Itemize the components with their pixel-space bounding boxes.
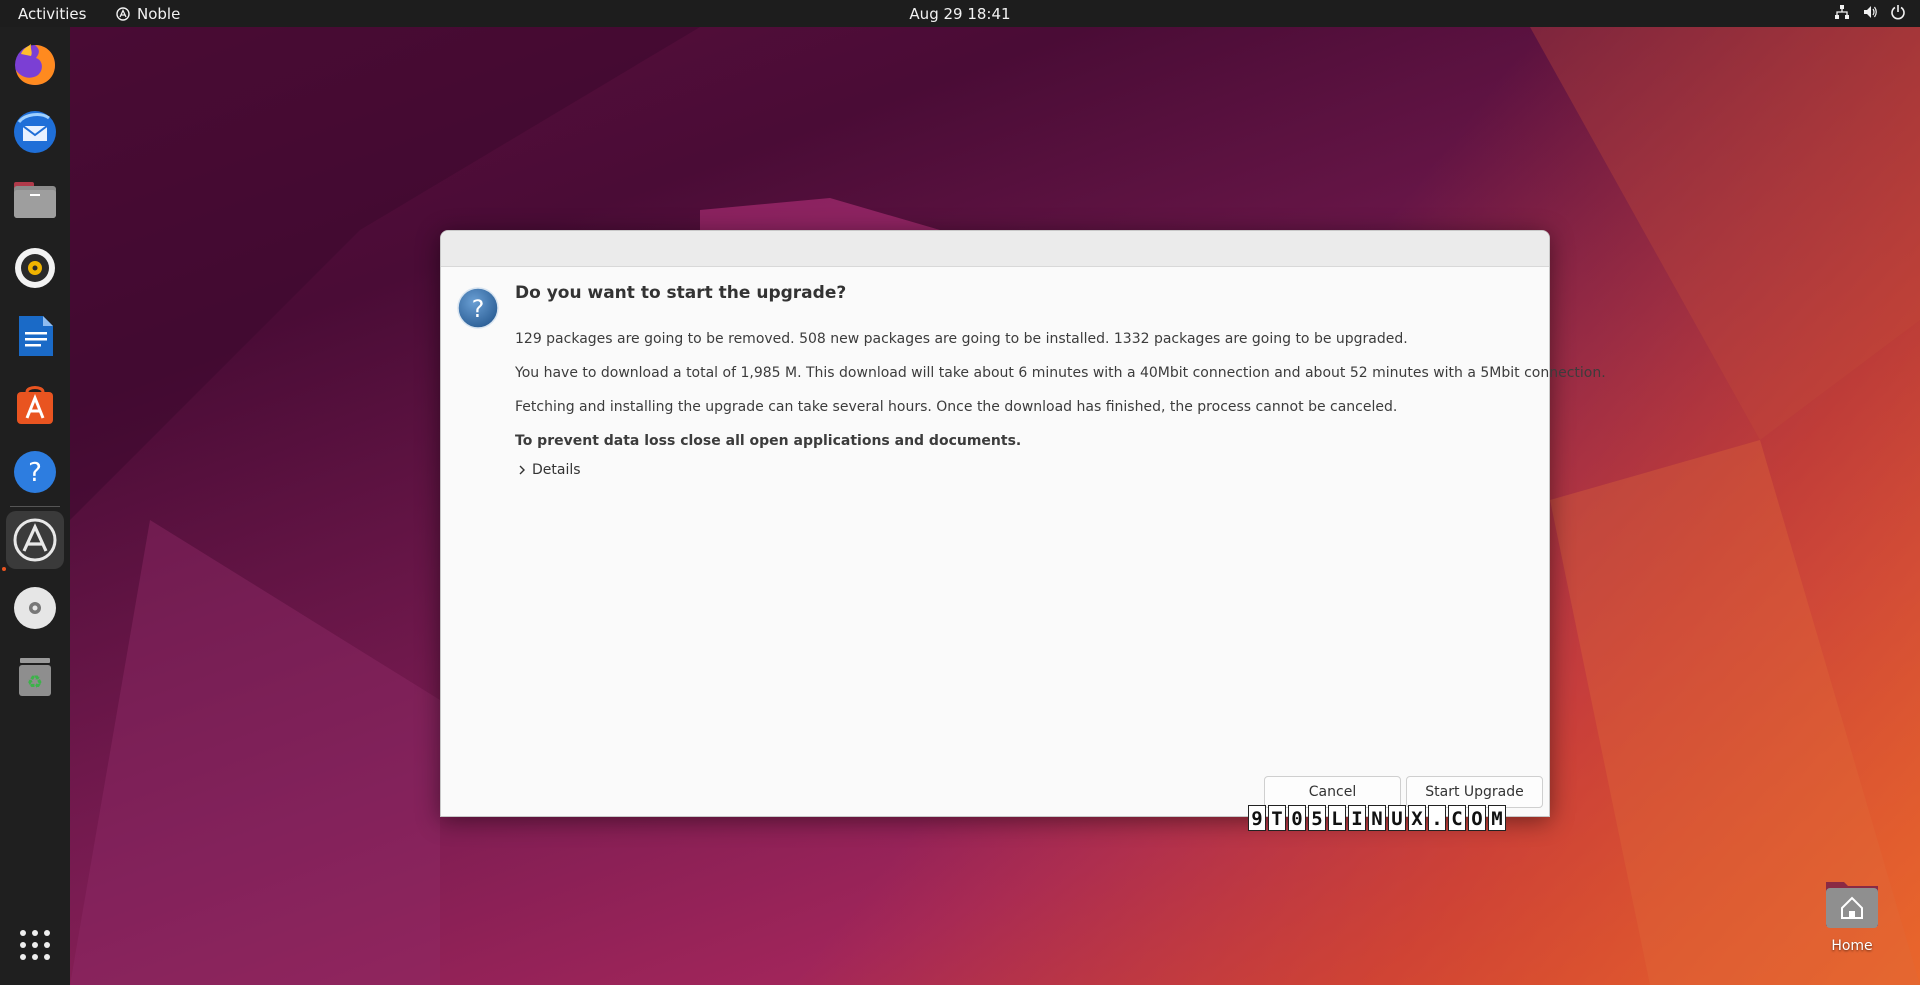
- help-icon: ?: [14, 451, 56, 493]
- trash-icon: ♻: [19, 658, 51, 696]
- question-icon: ?: [457, 287, 499, 329]
- watermark-char: X: [1408, 805, 1426, 831]
- watermark-char: 9: [1248, 805, 1266, 831]
- home-folder-icon[interactable]: [1824, 876, 1880, 930]
- dialog-heading: Do you want to start the upgrade?: [515, 283, 847, 303]
- svg-text:?: ?: [28, 458, 42, 488]
- files-icon: [14, 182, 56, 218]
- upgrade-dialog: ? Do you want to start the upgrade? 129 …: [440, 230, 1606, 817]
- running-indicator: [2, 567, 6, 571]
- chevron-right-icon: [519, 465, 525, 475]
- network-icon: [1835, 5, 1849, 19]
- watermark-char: T: [1268, 805, 1286, 831]
- dock-disc[interactable]: [6, 579, 64, 637]
- disc-icon: [14, 587, 56, 629]
- dock-thunderbird[interactable]: [6, 103, 64, 161]
- thunderbird-icon: [14, 111, 56, 153]
- watermark-char: I: [1348, 805, 1366, 831]
- watermark-char: L: [1328, 805, 1346, 831]
- show-apps-icon[interactable]: [20, 930, 50, 960]
- watermark-char: U: [1388, 805, 1406, 831]
- app-menu[interactable]: Noble: [116, 5, 180, 23]
- details-expander[interactable]: Details: [517, 462, 581, 478]
- dock-trash[interactable]: ♻: [6, 647, 64, 705]
- svg-text:♻: ♻: [27, 672, 43, 693]
- packages-summary: 129 packages are going to be removed. 50…: [515, 331, 1408, 347]
- cancel-button[interactable]: Cancel: [1264, 776, 1401, 808]
- dock-help[interactable]: ?: [6, 443, 64, 501]
- dock-files[interactable]: [6, 171, 64, 229]
- software-updater-icon: [13, 518, 57, 562]
- details-label: Details: [532, 462, 581, 478]
- dock-separator: [10, 506, 60, 507]
- rhythmbox-icon: [15, 248, 55, 288]
- dock-firefox[interactable]: [6, 35, 64, 93]
- firefox-icon: [15, 44, 55, 85]
- power-icon: [1891, 5, 1905, 20]
- dock-rhythmbox[interactable]: [6, 239, 64, 297]
- svg-text:?: ?: [472, 295, 485, 323]
- app-center-icon: [17, 386, 53, 424]
- watermark: 9 T 0 5 L I N U X . C O M: [1248, 805, 1506, 831]
- top-bar: Activities Noble Aug 29 18:41: [0, 0, 1920, 27]
- watermark-char: .: [1428, 805, 1446, 831]
- dock-writer[interactable]: [6, 307, 64, 365]
- watermark-char: 0: [1288, 805, 1306, 831]
- watermark-char: N: [1368, 805, 1386, 831]
- watermark-char: O: [1468, 805, 1486, 831]
- duration-note: Fetching and installing the upgrade can …: [515, 399, 1398, 415]
- clock[interactable]: Aug 29 18:41: [909, 5, 1010, 23]
- volume-icon: [1864, 6, 1877, 18]
- watermark-char: 5: [1308, 805, 1326, 831]
- watermark-char: C: [1448, 805, 1466, 831]
- dock-software-updater[interactable]: [6, 511, 64, 569]
- writer-icon: [19, 316, 53, 356]
- system-tray[interactable]: [1834, 4, 1906, 20]
- activities-button[interactable]: Activities: [18, 5, 86, 23]
- download-summary: You have to download a total of 1,985 M.…: [515, 365, 1606, 381]
- data-loss-warning: To prevent data loss close all open appl…: [515, 433, 1022, 449]
- watermark-char: M: [1488, 805, 1506, 831]
- dialog-titlebar[interactable]: [441, 231, 1549, 267]
- dock: ? ♻: [0, 27, 70, 985]
- software-updater-icon: [116, 7, 130, 21]
- home-folder-label[interactable]: Home: [1800, 938, 1904, 954]
- start-upgrade-button[interactable]: Start Upgrade: [1406, 776, 1543, 808]
- dock-app-center[interactable]: [6, 375, 64, 433]
- app-menu-label: Noble: [137, 5, 181, 23]
